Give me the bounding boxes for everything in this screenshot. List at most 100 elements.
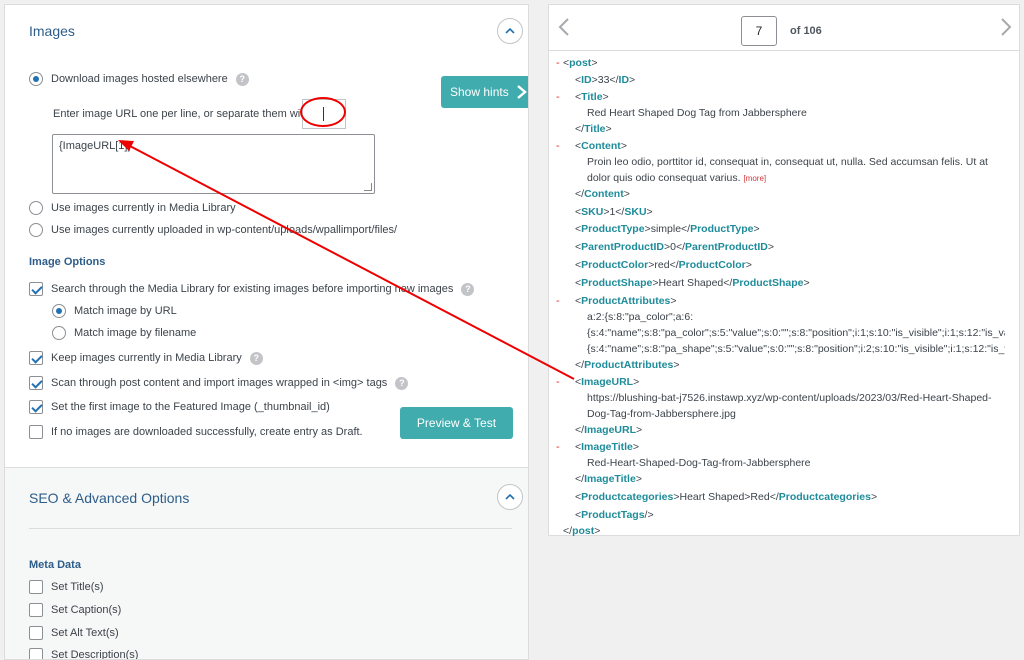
xml-tag: ProductShape (581, 277, 653, 289)
collapse-toggle[interactable]: - (556, 441, 560, 453)
xml-line: </Title> (575, 123, 612, 135)
xml-line: <ImageURL> (575, 376, 640, 388)
xml-line: </Content> (575, 188, 630, 200)
show-hints-button[interactable]: Show hints (441, 76, 528, 108)
xml-line: <Productcategories>Heart Shaped>Red</Pro… (575, 491, 878, 503)
scan-content-label: Scan through post content and import ima… (51, 377, 388, 389)
download-images-label: Download images hosted elsewhere (51, 73, 228, 85)
chevron-up-icon (505, 27, 515, 34)
xml-value: dolor quis odio consequat varius. (587, 172, 741, 184)
uploaded-images-option[interactable]: Use images currently uploaded in wp-cont… (29, 223, 397, 237)
draft-label: If no images are downloaded successfully… (51, 426, 363, 438)
xml-tag: post (569, 57, 592, 69)
meta-data-heading: Meta Data (29, 559, 81, 571)
xml-line: <SKU>1</SKU> (575, 206, 653, 218)
image-url-textarea[interactable]: {ImageURL[1]} (52, 134, 375, 194)
xml-tag: ID (618, 74, 630, 86)
set-alt-checkbox[interactable] (29, 626, 43, 640)
first-featured-checkbox[interactable] (29, 400, 43, 414)
keep-images-label: Keep images currently in Media Library (51, 352, 242, 364)
xml-line: <ProductType>simple</ProductType> (575, 223, 760, 235)
xml-tree: - <post> <ID>33</ID> - <Title> Red Heart… (549, 5, 1019, 537)
help-icon[interactable]: ? (235, 72, 249, 86)
images-collapse-button[interactable] (497, 18, 523, 44)
image-options-heading: Image Options (29, 256, 106, 268)
help-icon[interactable]: ? (395, 376, 409, 390)
xml-value: Dog-Tag-from-Jabbersphere.jpg (587, 408, 736, 420)
xml-tag: ProductAttributes (584, 359, 674, 371)
xml-line: <ProductTags/> (575, 509, 654, 521)
collapse-toggle[interactable]: - (556, 57, 560, 69)
xml-tag: ParentProductID (685, 241, 768, 253)
set-description-checkbox[interactable] (29, 648, 43, 659)
search-media-label: Search through the Media Library for exi… (51, 283, 454, 295)
preview-test-button[interactable]: Preview & Test (400, 407, 513, 439)
download-images-option[interactable]: Download images hosted elsewhere ? (29, 72, 249, 86)
xml-tag: ProductAttributes (581, 295, 671, 307)
download-images-radio[interactable] (29, 72, 43, 86)
help-icon[interactable]: ? (249, 351, 263, 365)
uploaded-images-label: Use images currently uploaded in wp-cont… (51, 224, 398, 236)
xml-preview-panel: 7 of 106 - <post> <ID>33</ID> - <Title> … (548, 4, 1020, 537)
uploaded-images-radio[interactable] (29, 223, 43, 237)
collapse-toggle[interactable]: - (556, 140, 560, 152)
xml-value: https://blushing-bat-j7526.instawp.xyz/w… (587, 392, 992, 404)
collapse-toggle[interactable]: - (556, 295, 560, 307)
media-library-label: Use images currently in Media Library (51, 202, 236, 214)
divider (29, 528, 512, 529)
set-title-option[interactable]: Set Title(s) (29, 580, 104, 594)
xml-tag: ProductTags (581, 509, 645, 521)
xml-value: Heart Shaped>Red (679, 491, 770, 503)
keep-images-option[interactable]: Keep images currently in Media Library ? (29, 351, 263, 365)
seo-collapse-button[interactable] (497, 484, 523, 510)
xml-line: <Title> (575, 91, 609, 103)
xml-line: <Content> (575, 140, 627, 152)
match-url-radio[interactable] (52, 304, 66, 318)
more-link[interactable]: [more] (743, 174, 766, 183)
images-section-title: Images (29, 23, 75, 39)
xml-value: Heart Shaped (658, 277, 724, 289)
set-alt-option[interactable]: Set Alt Text(s) (29, 626, 119, 640)
draft-option[interactable]: If no images are downloaded successfully… (29, 425, 363, 439)
collapse-toggle[interactable]: - (556, 376, 560, 388)
chevron-right-icon (517, 85, 527, 99)
xml-tag: Content (584, 188, 624, 200)
xml-tag: Productcategories (581, 491, 674, 503)
scan-content-checkbox[interactable] (29, 376, 43, 390)
help-icon[interactable]: ? (461, 282, 475, 296)
xml-line: </ImageURL> (575, 424, 643, 436)
xml-tag: Title (581, 91, 603, 103)
set-caption-checkbox[interactable] (29, 603, 43, 617)
resize-grip-icon[interactable] (364, 183, 372, 191)
xml-line: <ID>33</ID> (575, 74, 636, 86)
set-caption-option[interactable]: Set Caption(s) (29, 603, 121, 617)
xml-tag: ProductType (690, 223, 754, 235)
collapse-toggle[interactable]: - (556, 91, 560, 103)
xml-value: a:2:{s:8:"pa_color";a:6: (587, 311, 694, 323)
set-alt-label: Set Alt Text(s) (51, 627, 119, 639)
xml-line: <ImageTitle> (575, 441, 640, 453)
match-filename-radio[interactable] (52, 326, 66, 340)
xml-tag: post (572, 525, 595, 537)
media-library-radio[interactable] (29, 201, 43, 215)
draft-checkbox[interactable] (29, 425, 43, 439)
match-url-option[interactable]: Match image by URL (52, 304, 177, 318)
xml-tag: ProductColor (581, 259, 649, 271)
xml-value: {s:4:"name";s:8:"pa_color";s:5:"value";s… (587, 327, 1005, 339)
delimiter-prompt: Enter image URL one per line, or separat… (53, 108, 319, 120)
search-media-checkbox[interactable] (29, 282, 43, 296)
xml-value: Proin leo odio, porttitor id, consequat … (587, 156, 988, 168)
search-media-option[interactable]: Search through the Media Library for exi… (29, 282, 475, 296)
set-description-option[interactable]: Set Description(s) (29, 648, 138, 659)
annotation-circle (300, 97, 346, 127)
keep-images-checkbox[interactable] (29, 351, 43, 365)
media-library-option[interactable]: Use images currently in Media Library (29, 201, 236, 215)
first-featured-option[interactable]: Set the first image to the Featured Imag… (29, 400, 330, 414)
image-url-value: {ImageURL[1]} (59, 140, 132, 152)
set-title-checkbox[interactable] (29, 580, 43, 594)
xml-value: 33 (597, 74, 610, 86)
import-settings-panel: Images Download images hosted elsewhere … (4, 4, 529, 660)
xml-tag: ParentProductID (581, 241, 664, 253)
scan-content-option[interactable]: Scan through post content and import ima… (29, 376, 409, 390)
match-filename-option[interactable]: Match image by filename (52, 326, 196, 340)
